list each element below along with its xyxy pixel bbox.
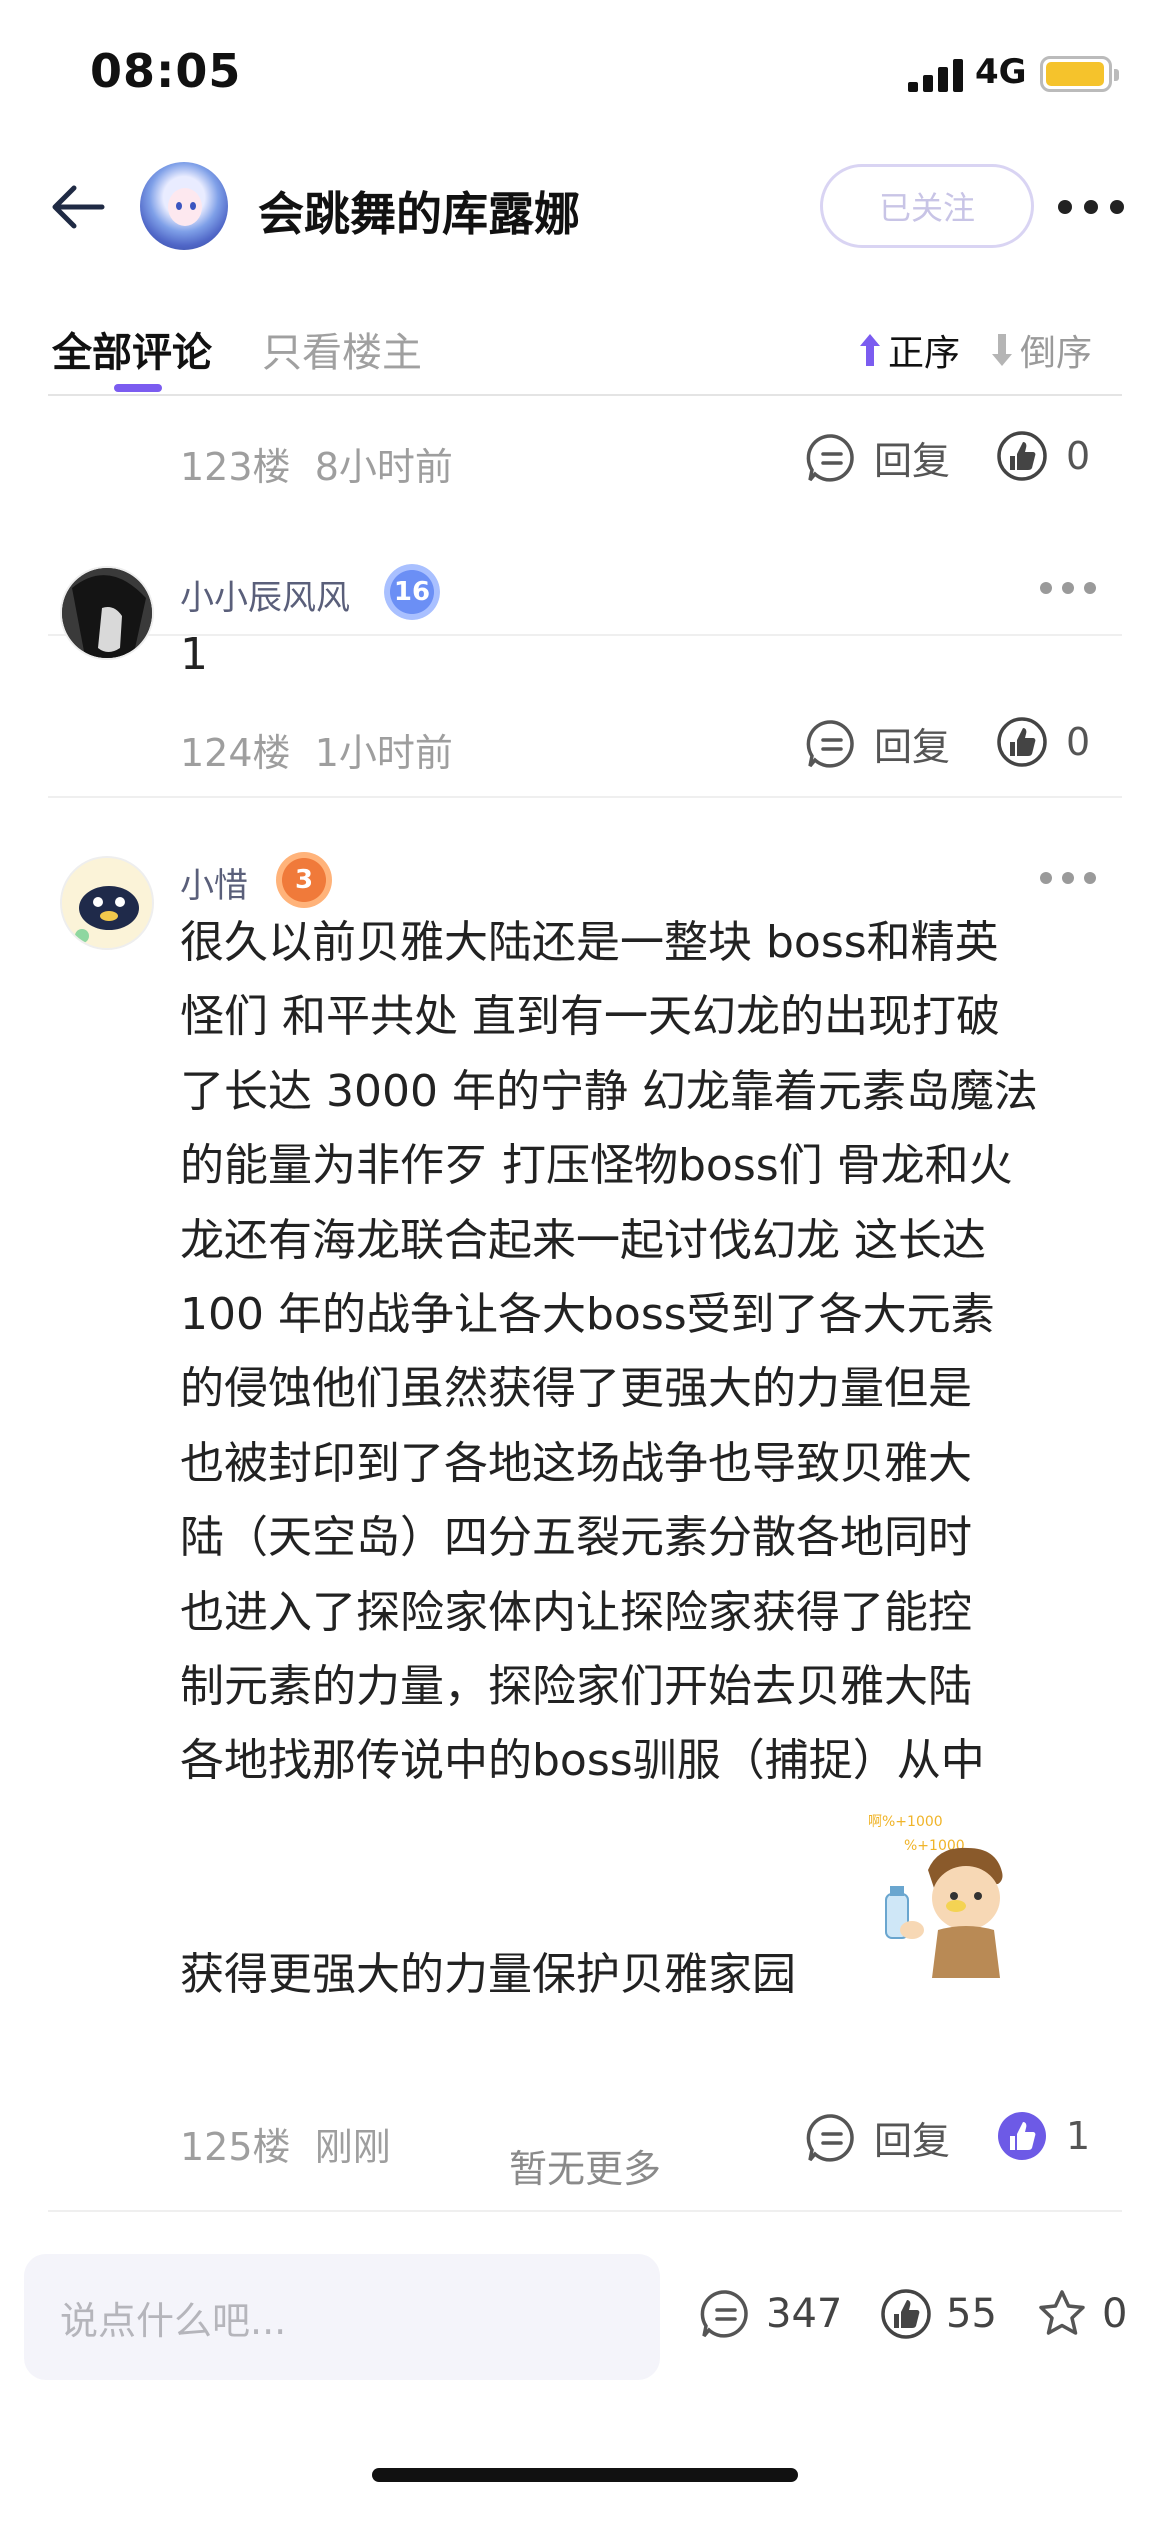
commenter-name[interactable]: 小惜: [180, 858, 248, 907]
back-arrow-icon[interactable]: [44, 172, 114, 242]
tab-owner-only[interactable]: 只看楼主: [262, 320, 422, 378]
signal-icon: [908, 58, 966, 92]
level-number: 3: [294, 865, 314, 895]
comment-input[interactable]: 说点什么吧...: [24, 2254, 660, 2380]
commenter-name[interactable]: 小小辰风风: [180, 570, 350, 619]
comment-more-icon[interactable]: [1040, 582, 1096, 596]
sort-descending-button[interactable]: 倒序: [990, 324, 1092, 376]
comment-line: 很久以前贝雅大陆还是一整块 boss和精英: [180, 917, 999, 968]
level-badge: 16: [384, 564, 440, 620]
like-count: 0: [1066, 720, 1091, 764]
comment-line: 陆（天空岛）四分五裂元素分散各地同时: [180, 1512, 972, 1564]
arrow-up-icon: [860, 334, 880, 366]
sort-ascending-button[interactable]: 正序: [858, 324, 960, 376]
floor-number: 123楼: [180, 445, 291, 489]
floor-number: 124楼: [180, 731, 291, 775]
comment-line: 龙还有海龙联合起来一起讨伐幻龙 这长达: [180, 1214, 986, 1266]
comment-tabs: 全部评论 只看楼主 正序 倒序: [48, 300, 1122, 396]
reply-button[interactable]: 回复: [806, 716, 950, 771]
status-time: 08:05: [90, 44, 242, 98]
battery-icon: [1040, 56, 1119, 92]
comments-count-button[interactable]: 347: [700, 2288, 842, 2340]
favorites-count: 0: [1102, 2291, 1128, 2337]
comment-bubble-icon: [700, 2290, 748, 2338]
sticker-text: 啊%+1000: [868, 1814, 943, 1830]
thumbs-up-icon: [881, 2289, 931, 2339]
avatar-image: [62, 568, 152, 658]
network-type: 4G: [975, 52, 1027, 92]
commenter-avatar[interactable]: [60, 856, 154, 950]
favorite-button[interactable]: 0: [1036, 2288, 1127, 2340]
more-options-icon[interactable]: [1056, 198, 1128, 218]
likes-count: 55: [946, 2291, 997, 2337]
comment-line: 也进入了探险家体内让探险家获得了能控: [180, 1586, 972, 1638]
comment-line: 100 年的战争让各大boss受到了各大元素: [180, 1289, 995, 1341]
sticker-image: 啊%+1000 %+1000: [868, 1810, 1028, 1980]
comment-meta: 123楼 8小时前: [180, 436, 453, 491]
like-button[interactable]: 0: [996, 716, 1090, 768]
sort-descending-label: 倒序: [1020, 333, 1093, 374]
comment-line: 各地找那传说中的boss驯服（捕捉）从中: [180, 1735, 985, 1787]
status-bar: 08:05 4G: [0, 0, 1170, 150]
comment-line: 也被封印到了各地这场战争也导致贝雅大: [180, 1437, 972, 1489]
home-indicator[interactable]: [372, 2468, 798, 2482]
reply-button[interactable]: 回复: [806, 430, 950, 485]
arrow-down-icon: [992, 334, 1012, 366]
comment-meta: 124楼 1小时前: [180, 722, 453, 777]
thumbs-up-icon: [997, 431, 1047, 481]
reply-label: 回复: [874, 725, 951, 769]
comment-more-icon[interactable]: [1040, 872, 1096, 886]
comment-time: 8小时前: [314, 445, 453, 489]
comment-bubble-icon: [806, 719, 854, 768]
follow-button[interactable]: 已关注: [820, 164, 1034, 248]
divider: [48, 796, 1122, 798]
comment-line: 怪们 和平共处 直到有一天幻龙的出现打破: [180, 991, 1000, 1043]
likes-count-button[interactable]: 55: [880, 2288, 997, 2340]
tab-indicator: [114, 384, 162, 392]
comment-bubble-icon: [806, 433, 854, 482]
comment-line: 制元素的力量，探险家们开始去贝雅大陆: [180, 1661, 972, 1713]
author-name[interactable]: 会跳舞的库露娜: [258, 178, 580, 244]
star-icon: [1039, 2290, 1085, 2335]
level-badge: 3: [276, 852, 332, 908]
header: 会跳舞的库露娜 已关注: [0, 150, 1170, 260]
author-avatar[interactable]: [140, 162, 228, 250]
commenter-avatar[interactable]: [60, 566, 154, 660]
comments-count: 347: [766, 2291, 843, 2337]
comment-line: 的侵蚀他们虽然获得了更强大的力量但是: [180, 1363, 972, 1415]
comment-text: 1: [180, 629, 208, 680]
sort-ascending-label: 正序: [888, 333, 961, 374]
level-number: 16: [393, 577, 431, 607]
reply-label: 回复: [874, 439, 951, 483]
like-button[interactable]: 0: [996, 430, 1090, 482]
like-count: 0: [1066, 434, 1091, 478]
divider: [48, 2210, 1122, 2212]
thumbs-up-icon: [997, 717, 1047, 767]
avatar-image: [62, 858, 152, 948]
comment-line: 了长达 3000 年的宁静 幻龙靠着元素岛魔法: [180, 1065, 1038, 1117]
tab-all-comments[interactable]: 全部评论: [52, 320, 212, 378]
comment-line: 的能量为非作歹 打压怪物boss们 骨龙和火: [180, 1140, 1013, 1192]
comment-time: 1小时前: [314, 731, 453, 775]
no-more-text: 暂无更多: [508, 2147, 661, 2191]
comment-text: 很久以前贝雅大陆还是一整块 boss和精英 怪们 和平共处 直到有一天幻龙的出现…: [180, 906, 1110, 1799]
